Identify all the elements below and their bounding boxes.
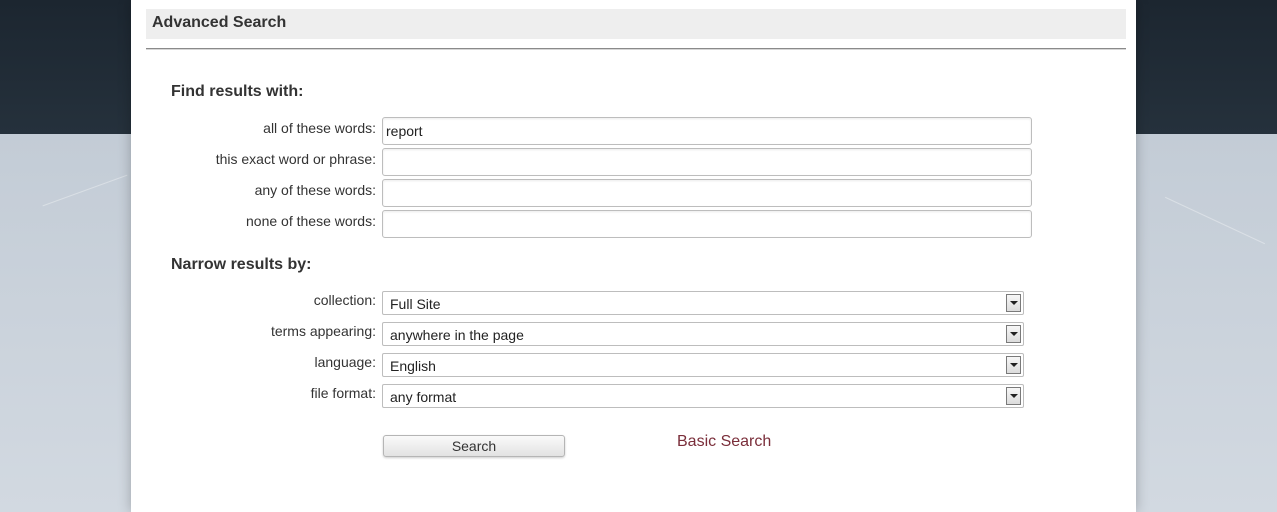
collection-value: Full Site — [390, 296, 441, 312]
none-words-input[interactable] — [382, 210, 1032, 238]
chevron-down-icon[interactable] — [1006, 294, 1021, 312]
find-results-heading: Find results with: — [171, 83, 304, 100]
page-title: Advanced Search — [152, 14, 287, 31]
terms-appearing-value: anywhere in the page — [390, 327, 524, 343]
narrow-results-heading: Narrow results by: — [171, 256, 312, 273]
exact-phrase-label: this exact word or phrase: — [215, 151, 376, 167]
chevron-down-icon[interactable] — [1006, 356, 1021, 374]
terms-appearing-select[interactable]: anywhere in the page — [382, 322, 1024, 346]
file-format-select[interactable]: any format — [382, 384, 1024, 408]
page-header: Advanced Search — [146, 9, 1126, 39]
basic-search-link[interactable]: Basic Search — [677, 433, 771, 451]
language-select[interactable]: English — [382, 353, 1024, 377]
header-divider — [146, 48, 1126, 50]
chevron-down-icon[interactable] — [1006, 387, 1021, 405]
file-format-value: any format — [390, 389, 457, 405]
any-words-label: any of these words: — [254, 182, 376, 198]
advanced-search-panel: Advanced Search Find results with: all o… — [131, 0, 1136, 512]
all-words-input[interactable] — [382, 117, 1032, 145]
language-value: English — [390, 358, 436, 374]
none-words-label: none of these words: — [246, 213, 376, 229]
language-label: language: — [314, 354, 376, 370]
all-words-label: all of these words: — [263, 120, 376, 136]
collection-select[interactable]: Full Site — [382, 291, 1024, 315]
terms-appearing-label: terms appearing: — [270, 323, 376, 339]
any-words-input[interactable] — [382, 179, 1032, 207]
file-format-label: file format: — [310, 385, 376, 401]
collection-label: collection: — [313, 292, 376, 308]
chevron-down-icon[interactable] — [1006, 325, 1021, 343]
search-button[interactable]: Search — [383, 435, 565, 457]
exact-phrase-input[interactable] — [382, 148, 1032, 176]
